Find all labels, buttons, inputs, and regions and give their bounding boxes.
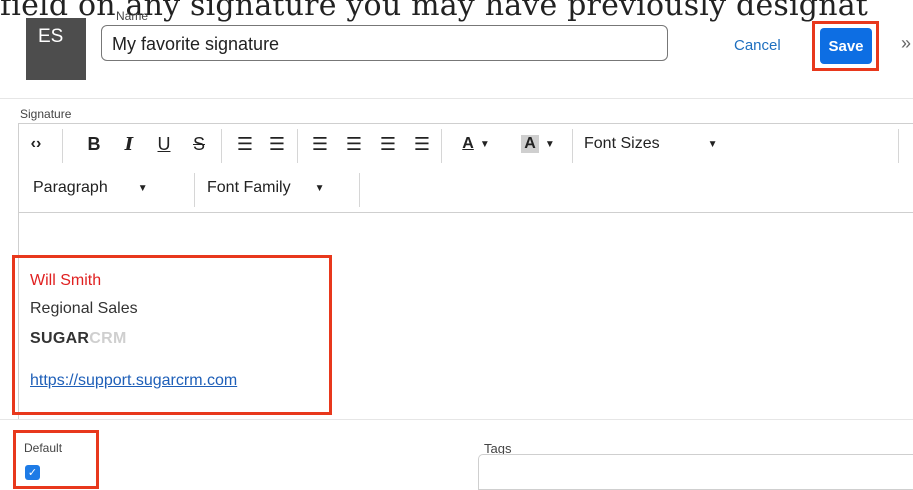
signature-field-label: Signature — [20, 107, 72, 121]
align-left-icon[interactable]: ☰ — [306, 124, 334, 164]
chevron-down-icon: ▼ — [479, 138, 490, 150]
tags-input[interactable] — [478, 454, 913, 490]
toolbar-divider — [18, 212, 913, 213]
toolbar-separator — [572, 129, 573, 163]
toolbar-separator — [898, 129, 899, 163]
font-family-label: Font Family — [207, 179, 291, 196]
paragraph-select[interactable]: Paragraph ▼ — [33, 168, 193, 208]
cancel-button[interactable]: Cancel — [734, 37, 781, 54]
strikethrough-button[interactable]: S — [185, 124, 213, 164]
avatar: ES — [26, 18, 86, 80]
underline-button[interactable]: U — [150, 124, 178, 164]
toolbar-separator — [297, 129, 298, 163]
background-color-icon: A — [521, 135, 539, 153]
justify-icon[interactable]: ☰ — [408, 124, 436, 164]
header-divider — [0, 98, 913, 99]
signature-highlight-box — [12, 255, 332, 415]
text-color-button[interactable]: A ▼ — [450, 124, 502, 164]
avatar-initials: ES — [38, 26, 64, 47]
save-highlight-box — [812, 21, 879, 71]
numbered-list-icon[interactable]: ☰ — [263, 124, 291, 164]
more-actions-icon[interactable]: » — [901, 33, 911, 54]
name-input[interactable]: My favorite signature — [101, 25, 668, 61]
font-family-select[interactable]: Font Family ▼ — [207, 168, 367, 208]
bold-button[interactable]: B — [80, 124, 108, 164]
align-right-icon[interactable]: ☰ — [374, 124, 402, 164]
editor-bottom-divider — [0, 419, 913, 420]
toolbar-separator — [194, 173, 195, 207]
default-highlight-box — [13, 430, 99, 489]
font-sizes-label: Font Sizes — [584, 135, 660, 152]
chevron-down-icon: ▼ — [707, 138, 718, 150]
align-center-icon[interactable]: ☰ — [340, 124, 368, 164]
toolbar-separator — [62, 129, 63, 163]
text-color-icon: A — [462, 135, 474, 152]
chevron-down-icon: ▼ — [544, 138, 555, 150]
toolbar-separator — [221, 129, 222, 163]
paragraph-label: Paragraph — [33, 179, 108, 196]
toolbar-separator — [359, 173, 360, 207]
editor-toolbar-row-2: Paragraph ▼ Font Family ▼ — [18, 168, 913, 212]
font-sizes-select[interactable]: Font Sizes ▼ — [584, 124, 894, 164]
toolbar-separator — [441, 129, 442, 163]
italic-button[interactable]: I — [115, 124, 143, 164]
name-field-label: Name — [116, 9, 149, 23]
editor-toolbar-row-1: ‹› B I U S ☰ ☰ ☰ ☰ ☰ ☰ A ▼ A ▼ Font Sizes … — [18, 124, 913, 168]
chevron-down-icon: ▼ — [314, 182, 325, 194]
chevron-down-icon: ▼ — [137, 182, 148, 194]
bullet-list-icon[interactable]: ☰ — [231, 124, 259, 164]
source-code-icon[interactable]: ‹› — [20, 124, 52, 164]
background-color-button[interactable]: A ▼ — [510, 124, 566, 164]
